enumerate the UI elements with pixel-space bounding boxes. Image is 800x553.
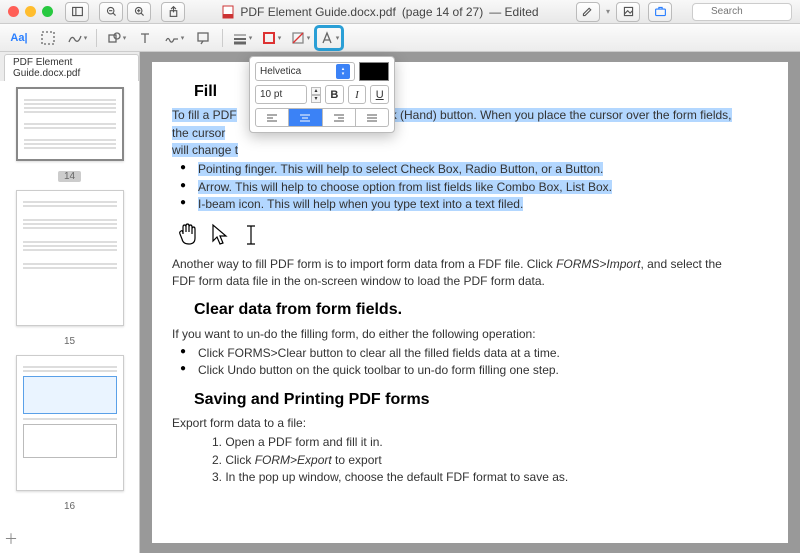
page-thumbnail[interactable] [16,87,124,161]
add-page-button[interactable]: ＋ [4,529,18,549]
titlebar: PDF Element Guide.docx.pdf (page 14 of 2… [0,0,800,24]
zoom-window[interactable] [42,6,53,17]
font-size-stepper[interactable]: ▴▾ [311,87,321,103]
numbered-list: 1. Open a PDF form and fill it in. 2. Cl… [194,434,748,486]
fill-color-tool[interactable]: ▾ [287,27,313,49]
document-page: Fill To fill a PDFck (Hand) button. When… [152,62,788,543]
zoom-in-button[interactable] [127,2,151,22]
arrow-cursor-icon [208,222,230,248]
heading-clear: Clear data from form fields. [194,298,748,321]
align-justify-button[interactable] [356,108,389,127]
font-size-field[interactable]: 10 pt [255,85,307,104]
markup-toggle[interactable] [616,2,640,22]
sidebar-tab[interactable]: PDF Element Guide.docx.pdf [4,54,139,81]
body-text: If you want to un-do the filling form, d… [172,326,748,343]
thumbnails-sidebar: PDF Element Guide.docx.pdf 14 15 16 ＋ [0,52,140,553]
zoom-out-button[interactable] [99,2,123,22]
pdf-icon [222,5,234,19]
alignment-segmented [255,108,389,127]
font-popover: Helvetica▴▾ 10 pt ▴▾ B I U [249,56,395,133]
page-number: 16 [58,501,81,512]
ibeam-cursor-icon [240,222,262,248]
stroke-color-tool[interactable]: ▾ [258,27,284,49]
sidebar-toggle[interactable] [65,2,89,22]
edit-button[interactable] [576,2,600,22]
align-center-button[interactable] [289,108,322,127]
bold-button[interactable]: B [325,85,344,104]
hand-cursor-icon [176,222,198,248]
minimize-window[interactable] [25,6,36,17]
body-text: Export form data to a file: [172,415,748,432]
search-input[interactable] [692,3,792,21]
underline-button[interactable]: U [370,85,389,104]
page-number: 14 [58,171,81,182]
bullet-list: Pointing finger. This will help to selec… [176,161,748,213]
border-tool[interactable]: ▾ [229,27,255,49]
share-button[interactable] [161,2,185,22]
font-tool[interactable]: ▾ [316,27,342,49]
sign-tool[interactable]: ▾ [161,27,187,49]
document-viewport: Fill To fill a PDFck (Hand) button. When… [140,52,800,553]
page-thumbnail[interactable] [16,355,124,491]
shapes-tool[interactable]: ▾ [103,27,129,49]
actions-button[interactable] [648,2,672,22]
text-style-tool[interactable]: Aa| [6,27,32,49]
window-traffic-lights [8,6,53,17]
markup-toolbar: Aa| ▾ ▾ ▾ ▾ ▾ ▾ ▾ [0,24,800,52]
align-right-button[interactable] [323,108,356,127]
titlebar-right: ▾ [574,2,792,22]
page-number: 15 [58,336,81,347]
heading-saving: Saving and Printing PDF forms [194,388,748,411]
selection-tool[interactable] [35,27,61,49]
bullet-list: Click FORMS>Clear button to clear all th… [176,345,748,380]
text-tool[interactable] [132,27,158,49]
cursor-icons [176,222,748,248]
sketch-tool[interactable]: ▾ [64,27,90,49]
page-thumbnail[interactable] [16,190,124,326]
italic-button[interactable]: I [348,85,367,104]
window-title: PDF Element Guide.docx.pdf (page 14 of 2… [187,5,574,19]
font-family-select[interactable]: Helvetica▴▾ [255,62,355,81]
close-window[interactable] [8,6,19,17]
align-left-button[interactable] [255,108,289,127]
body-text: Another way to fill PDF form is to impor… [172,256,748,291]
note-tool[interactable] [190,27,216,49]
font-color-swatch[interactable] [359,62,389,81]
